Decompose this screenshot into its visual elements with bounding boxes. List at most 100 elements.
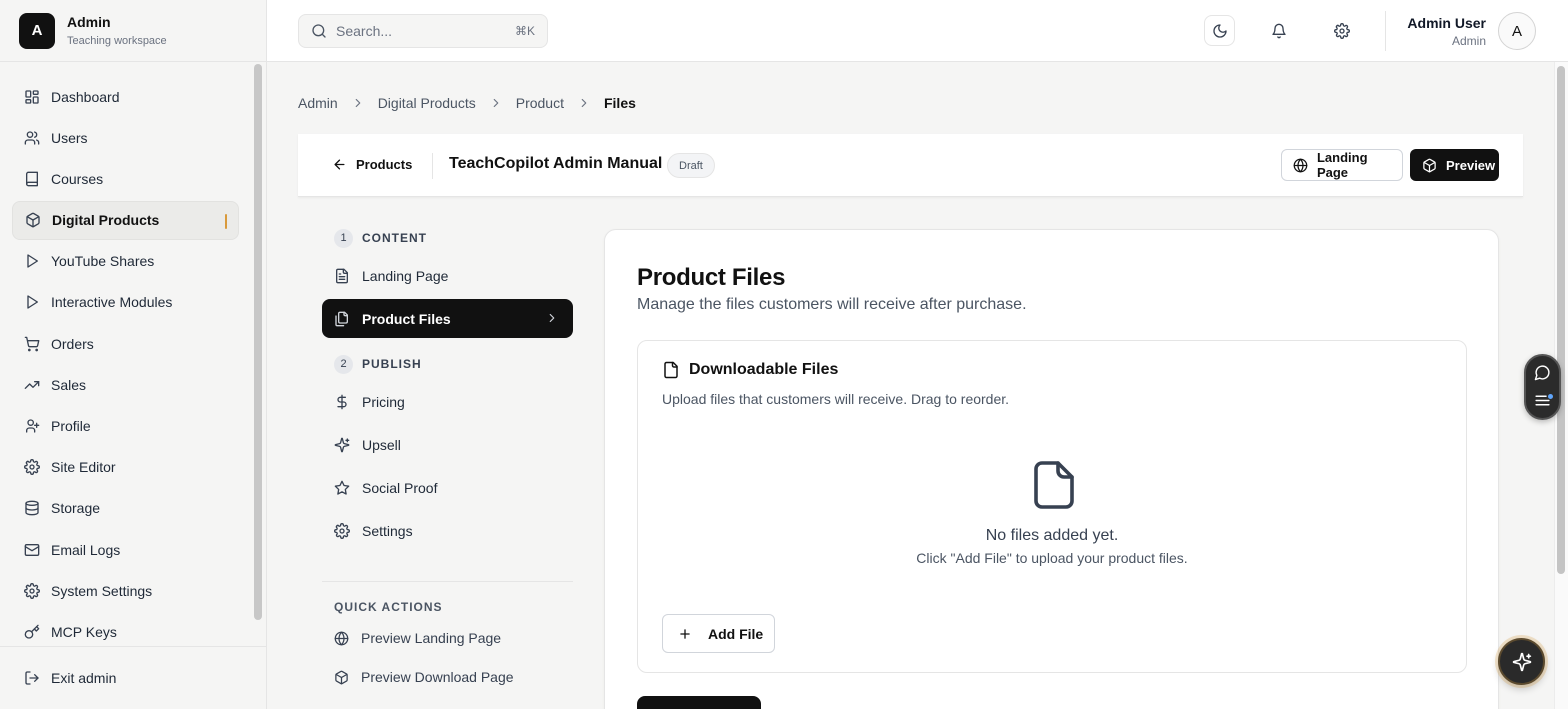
back-label: Products xyxy=(356,157,413,172)
content-section-header: 1 CONTENT xyxy=(322,228,573,248)
save-button[interactable] xyxy=(637,696,761,709)
sidebar-item-label: Email Logs xyxy=(51,541,121,558)
chevron-right-icon xyxy=(489,96,503,110)
globe-icon xyxy=(1293,158,1308,172)
search-placeholder: Search... xyxy=(336,23,393,39)
step-social-proof[interactable]: Social Proof xyxy=(322,468,573,507)
sidebar-item-system-settings[interactable]: System Settings xyxy=(12,571,239,610)
sidebar-item-interactive-modules[interactable]: Interactive Modules xyxy=(12,283,239,322)
sidebar-item-site-editor[interactable]: Site Editor xyxy=(12,448,239,487)
steps-divider xyxy=(322,581,573,582)
step-settings[interactable]: Settings xyxy=(322,511,573,550)
sidebar-item-label: YouTube Shares xyxy=(51,253,155,270)
chevron-right-icon xyxy=(351,96,365,110)
search-input[interactable]: Search... ⌘K xyxy=(298,14,548,48)
sidebar-item-users[interactable]: Users xyxy=(12,118,239,157)
notifications-button[interactable] xyxy=(1263,15,1294,46)
breadcrumb-product[interactable]: Product xyxy=(516,95,564,111)
sidebar-item-digital-products[interactable]: Digital Products xyxy=(12,200,239,240)
chevron-right-icon xyxy=(549,313,555,323)
topbar: Search... ⌘K Admin User Admin A xyxy=(267,0,1568,62)
sidebar-footer: Exit admin xyxy=(0,646,266,709)
breadcrumb-admin[interactable]: Admin xyxy=(298,95,338,111)
sidebar-item-label: Orders xyxy=(51,335,94,352)
empty-state-title: No files added yet. xyxy=(985,527,1119,544)
landing-page-button[interactable]: Landing Page xyxy=(1281,149,1403,181)
steps-nav: 1 CONTENT Landing Page Product Files 2 P… xyxy=(322,228,573,550)
sparkles-icon xyxy=(334,437,350,452)
step-upsell[interactable]: Upsell xyxy=(322,425,573,464)
settings-button[interactable] xyxy=(1326,15,1357,46)
product-title: TeachCopilot Admin Manual xyxy=(449,155,663,172)
back-to-products-button[interactable]: Products xyxy=(332,157,412,172)
quick-action-label: Preview Landing Page xyxy=(361,630,502,646)
page-title: Product Files xyxy=(637,264,786,291)
brand[interactable]: A Admin Teaching workspace xyxy=(0,0,266,62)
step-landing-page[interactable]: Landing Page xyxy=(322,256,573,295)
star-icon xyxy=(334,480,350,495)
user-name[interactable]: Admin User xyxy=(1407,15,1486,31)
files-description: Upload files that customers will receive… xyxy=(662,391,1010,407)
sidebar-item-dashboard[interactable]: Dashboard xyxy=(12,77,239,116)
step-product-files[interactable]: Product Files xyxy=(322,299,573,338)
key-icon xyxy=(24,624,40,639)
chevron-right-icon xyxy=(577,96,591,110)
sidebar-item-label: Users xyxy=(51,129,88,146)
mail-icon xyxy=(24,543,40,556)
status-badge: Draft xyxy=(667,153,715,178)
sidebar-item-label: Courses xyxy=(51,170,104,187)
brand-title: Admin xyxy=(67,13,111,30)
step-label: Settings xyxy=(362,522,413,539)
user-icon xyxy=(26,419,40,433)
step-label: Pricing xyxy=(362,393,405,410)
sparkles-icon xyxy=(1512,652,1531,671)
sidebar-item-label: Profile xyxy=(51,418,91,434)
main-scrollbar-thumb[interactable] xyxy=(1557,66,1565,574)
play-icon xyxy=(27,254,38,268)
breadcrumb: Admin Digital Products Product Files xyxy=(298,95,636,111)
header-divider xyxy=(432,153,433,179)
sidebar-item-profile[interactable]: Profile xyxy=(12,407,239,446)
dollar-icon xyxy=(337,394,347,409)
sidebar-item-label: MCP Keys xyxy=(51,623,117,640)
plus-icon xyxy=(680,628,690,639)
package-icon xyxy=(1423,158,1436,172)
sidebar-item-orders[interactable]: Orders xyxy=(12,324,239,363)
database-icon xyxy=(25,501,39,516)
preview-download-page-link[interactable]: Preview Download Page xyxy=(334,669,514,685)
preview-landing-page-link[interactable]: Preview Landing Page xyxy=(334,630,501,646)
breadcrumb-digital-products[interactable]: Digital Products xyxy=(378,95,476,111)
sidebar-item-email-logs[interactable]: Email Logs xyxy=(12,530,239,569)
sidebar-item-label: Interactive Modules xyxy=(51,294,173,311)
add-file-button[interactable]: Add File xyxy=(662,614,775,653)
sidebar-item-courses[interactable]: Courses xyxy=(12,159,239,198)
support-widget[interactable] xyxy=(1524,354,1561,420)
search-icon xyxy=(312,24,326,38)
globe-icon xyxy=(334,631,349,645)
sidebar-item-storage[interactable]: Storage xyxy=(12,489,239,528)
add-file-label: Add File xyxy=(708,625,764,642)
preview-label: Preview xyxy=(1446,157,1496,173)
publish-section-header: 2 PUBLISH xyxy=(322,354,573,374)
log-out-icon xyxy=(25,670,39,685)
gear-icon xyxy=(334,522,350,539)
gear-icon xyxy=(24,582,40,599)
step-label: Product Files xyxy=(362,310,451,327)
avatar[interactable]: A xyxy=(1498,12,1536,50)
files-title: Downloadable Files xyxy=(689,361,839,378)
users-icon xyxy=(24,131,40,145)
preview-button[interactable]: Preview xyxy=(1410,149,1499,181)
empty-state-subtitle: Click "Add File" to upload your product … xyxy=(916,550,1188,566)
sidebar-item-youtube-shares[interactable]: YouTube Shares xyxy=(12,242,239,281)
step-pricing[interactable]: Pricing xyxy=(322,382,573,421)
sidebar-scrollbar[interactable] xyxy=(254,64,262,620)
exit-admin-button[interactable]: Exit admin xyxy=(12,658,239,697)
product-header: Products TeachCopilot Admin Manual Draft… xyxy=(298,134,1523,197)
gear-icon xyxy=(24,459,40,476)
quick-actions-title: QUICK ACTIONS xyxy=(334,600,443,614)
ai-assistant-button[interactable] xyxy=(1498,638,1545,685)
theme-toggle-button[interactable] xyxy=(1204,15,1235,46)
user-role: Admin xyxy=(1451,34,1486,48)
sidebar-item-sales[interactable]: Sales xyxy=(12,365,239,404)
arrow-left-icon xyxy=(334,159,345,170)
